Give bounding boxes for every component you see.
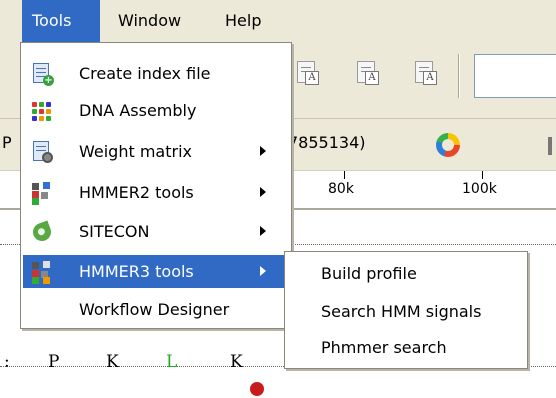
ruler-tick (344, 171, 345, 179)
submenu-arrow-icon (260, 266, 266, 276)
menu-item-label: SITECON (79, 222, 150, 241)
menu-bar: Tools Window Help (0, 0, 556, 42)
weight-matrix-icon (31, 141, 53, 163)
export-document-icon[interactable]: A (292, 59, 322, 89)
sequence-letter: K (106, 352, 119, 372)
menu-item-hmmer2-tools[interactable]: HMMER2 tools (23, 176, 289, 209)
submenu-arrow-icon (260, 146, 266, 156)
sequence-letter: P (48, 352, 60, 372)
menu-item-label: HMMER3 tools (79, 262, 194, 281)
menu-help[interactable]: Help (215, 0, 271, 42)
ruler-tick (482, 171, 483, 179)
tools-dropdown-menu: + Create index file DNA Assembly Weight … (20, 42, 292, 329)
ruler-label: 80k (328, 181, 354, 197)
sequence-letter: : (4, 352, 10, 372)
menu-tools[interactable]: Tools (22, 0, 100, 42)
menu-item-dna-assembly[interactable]: DNA Assembly (23, 94, 289, 127)
sequence-letter-highlighted: L (166, 352, 178, 372)
sequence-name-fragment: P (2, 133, 12, 152)
submenu-item-phmmer-search[interactable]: Phmmer search (321, 338, 447, 357)
menu-item-sitecon[interactable]: SITECON (23, 215, 289, 248)
ruler-label: 100k (462, 181, 497, 197)
circular-view-icon[interactable] (436, 133, 460, 157)
toolbar-search-input[interactable] (474, 54, 556, 98)
submenu-item-build-profile[interactable]: Build profile (321, 264, 417, 283)
submenu-item-search-hmm-signals[interactable]: Search HMM signals (321, 302, 481, 321)
hmmer3-icon (31, 261, 53, 284)
menu-item-label: DNA Assembly (79, 101, 197, 120)
sequence-id-fragment: 7855134) (288, 133, 366, 152)
stop-codon-marker (250, 382, 264, 396)
sequence-letter: K (230, 352, 243, 372)
menu-item-workflow-designer[interactable]: Workflow Designer (23, 293, 289, 326)
submenu-arrow-icon (260, 226, 266, 236)
toolbar-separator (458, 54, 460, 98)
menu-item-label: HMMER2 tools (79, 183, 194, 202)
hmmer2-icon (31, 182, 53, 205)
export-annotations-icon[interactable]: A (410, 59, 440, 89)
menu-item-hmmer3-tools[interactable]: HMMER3 tools (23, 255, 289, 288)
toolbar-edge (548, 137, 552, 155)
menu-item-weight-matrix[interactable]: Weight matrix (23, 135, 289, 168)
create-index-icon: + (31, 63, 54, 86)
menu-item-label: Workflow Designer (79, 300, 230, 319)
hmmer3-submenu: Build profile Search HMM signals Phmmer … (284, 251, 528, 369)
export-text-icon[interactable]: A (352, 59, 382, 89)
menu-item-create-index-file[interactable]: + Create index file (23, 57, 289, 90)
menu-item-label: Weight matrix (79, 142, 192, 161)
submenu-arrow-icon (260, 187, 266, 197)
menu-window[interactable]: Window (108, 0, 191, 42)
menu-item-label: Create index file (79, 64, 211, 83)
dna-assembly-icon (31, 100, 53, 122)
sitecon-icon (30, 220, 54, 244)
